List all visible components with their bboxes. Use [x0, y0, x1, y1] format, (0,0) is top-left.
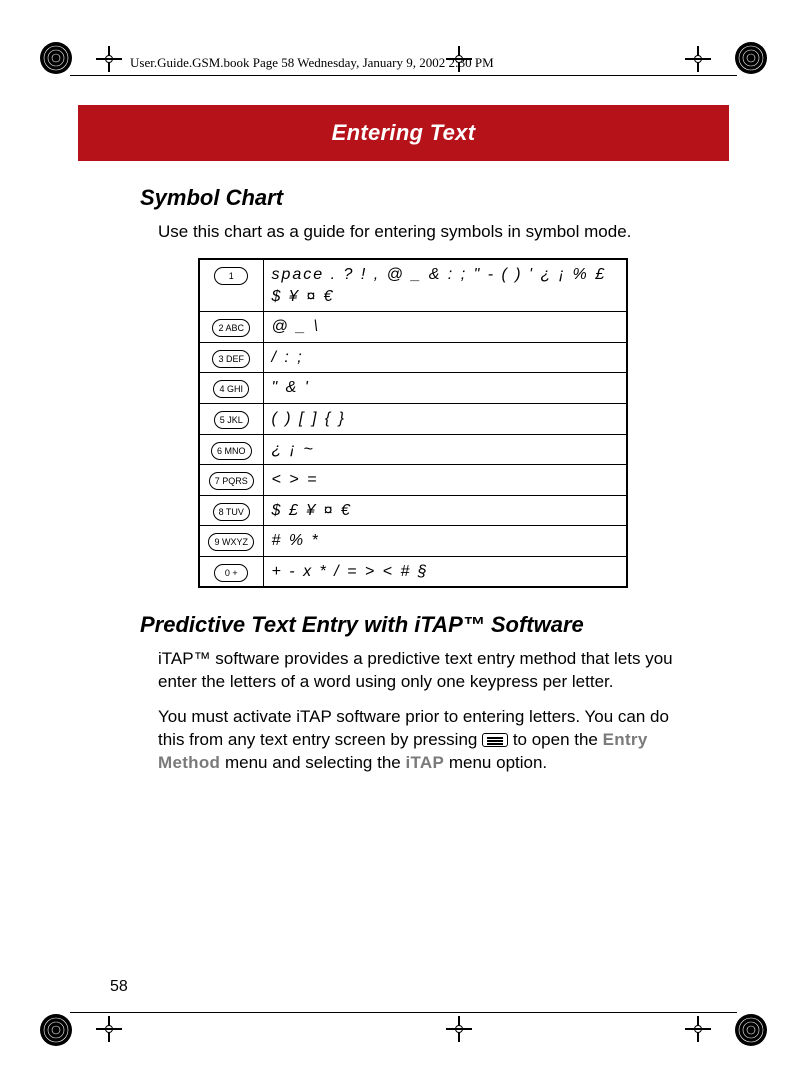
page-number: 58 — [110, 978, 128, 996]
keycap-cell: 9 WXYZ — [199, 526, 263, 557]
intro-text: Use this chart as a guide for entering s… — [158, 221, 697, 244]
keycap-cell: 5 JKL — [199, 403, 263, 434]
itap-paragraph-2: You must activate iTAP software prior to… — [158, 706, 697, 775]
text-fragment: to open the — [508, 730, 603, 749]
crop-rule — [70, 1012, 737, 1013]
keycap-icon: 6 MNO — [211, 442, 252, 460]
symbols-cell: / : ; — [263, 342, 627, 373]
registration-mark-icon — [38, 1012, 74, 1048]
registration-mark-icon — [38, 40, 74, 76]
symbols-cell: + - x * / = > < # § — [263, 556, 627, 587]
keycap-icon: 8 TUV — [213, 503, 250, 521]
table-row: 9 WXYZ # % * — [199, 526, 627, 557]
keycap-icon: 4 GHI — [213, 380, 249, 398]
keycap-cell: 2 ABC — [199, 312, 263, 343]
table-row: 6 MNO ¿ ¡ ~ — [199, 434, 627, 465]
table-row: 0 + + - x * / = > < # § — [199, 556, 627, 587]
keycap-cell: 3 DEF — [199, 342, 263, 373]
symbol-chart-table: 1 space . ? ! , @ _ & : ; " - ( ) ' ¿ ¡ %… — [198, 258, 628, 589]
keycap-icon: 7 PQRS — [209, 472, 254, 490]
heading-itap: Predictive Text Entry with iTAP™ Softwar… — [140, 612, 697, 638]
crop-mark-icon — [96, 46, 122, 72]
content-area: Symbol Chart Use this chart as a guide f… — [140, 185, 697, 787]
symbols-cell: ( ) [ ] { } — [263, 403, 627, 434]
keycap-cell: 7 PQRS — [199, 465, 263, 496]
keycap-cell: 6 MNO — [199, 434, 263, 465]
chapter-banner: Entering Text — [78, 105, 729, 161]
table-row: 2 ABC @ _ \ — [199, 312, 627, 343]
crop-rule — [70, 75, 737, 76]
registration-mark-icon — [733, 40, 769, 76]
ui-label-itap: iTAP — [405, 753, 444, 772]
table-row: 8 TUV $ £ ¥ ¤ € — [199, 495, 627, 526]
symbols-cell: @ _ \ — [263, 312, 627, 343]
keycap-icon: 2 ABC — [212, 319, 250, 337]
table-row: 4 GHI " & ' — [199, 373, 627, 404]
crop-mark-icon — [685, 46, 711, 72]
keycap-cell: 1 — [199, 259, 263, 312]
keycap-cell: 0 + — [199, 556, 263, 587]
symbols-cell: $ £ ¥ ¤ € — [263, 495, 627, 526]
keycap-cell: 8 TUV — [199, 495, 263, 526]
keycap-icon: 3 DEF — [212, 350, 250, 368]
text-fragment: menu and selecting the — [220, 753, 405, 772]
registration-mark-icon — [733, 1012, 769, 1048]
table-row: 3 DEF / : ; — [199, 342, 627, 373]
keycap-cell: 4 GHI — [199, 373, 263, 404]
crop-mark-icon — [685, 1016, 711, 1042]
heading-symbol-chart: Symbol Chart — [140, 185, 697, 211]
crop-mark-icon — [96, 1016, 122, 1042]
symbols-cell: ¿ ¡ ~ — [263, 434, 627, 465]
symbols-cell: space . ? ! , @ _ & : ; " - ( ) ' ¿ ¡ % … — [263, 259, 627, 312]
itap-paragraph-1: iTAP™ software provides a predictive tex… — [158, 648, 697, 694]
print-metadata: User.Guide.GSM.book Page 58 Wednesday, J… — [130, 55, 494, 71]
table-row: 5 JKL ( ) [ ] { } — [199, 403, 627, 434]
symbols-cell: # % * — [263, 526, 627, 557]
table-row: 1 space . ? ! , @ _ & : ; " - ( ) ' ¿ ¡ %… — [199, 259, 627, 312]
symbols-cell: < > = — [263, 465, 627, 496]
crop-mark-icon — [446, 1016, 472, 1042]
text-fragment: menu option. — [444, 753, 547, 772]
keycap-icon: 0 + — [214, 564, 248, 582]
keycap-icon: 1 — [214, 267, 248, 285]
menu-key-icon — [482, 733, 508, 747]
keycap-icon: 5 JKL — [214, 411, 249, 429]
symbols-cell: " & ' — [263, 373, 627, 404]
keycap-icon: 9 WXYZ — [208, 533, 254, 551]
page: User.Guide.GSM.book Page 58 Wednesday, J… — [0, 0, 807, 1088]
chapter-title: Entering Text — [332, 120, 476, 146]
table-row: 7 PQRS < > = — [199, 465, 627, 496]
